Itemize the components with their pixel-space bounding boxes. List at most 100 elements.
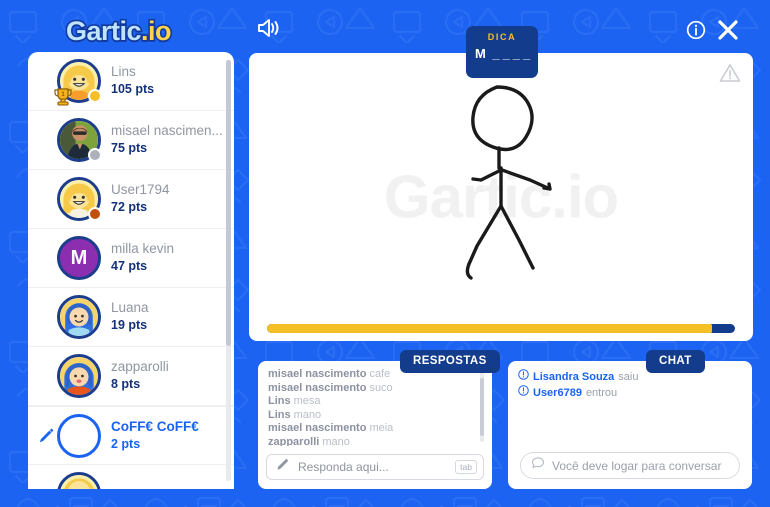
player-name: milla kevin	[111, 241, 175, 257]
player-info: User1794 72 pts	[111, 182, 170, 216]
answers-list: misael nascimento cafe misael nascimento s…	[268, 368, 486, 446]
chat-input[interactable]: Você deve logar para conversar	[520, 452, 740, 479]
player-points: 72 pts	[111, 200, 148, 214]
answer-word: mesa	[293, 395, 321, 408]
player-info: CoFF€ CoFF€ 2 pts	[111, 419, 199, 453]
player-name: Luana	[111, 300, 149, 316]
player-sidebar: 1 Lins 105 pts misael nascimen... 75 pts…	[28, 52, 234, 489]
answer-user: Lins	[268, 408, 291, 421]
answer-word: mano	[293, 408, 322, 421]
avatar-blank	[57, 413, 101, 458]
chat-row: User6789 entrou	[518, 385, 742, 401]
chat-action: saiu	[618, 371, 639, 383]
tab-respostas[interactable]: RESPOSTAS	[400, 350, 500, 373]
avatar	[57, 118, 102, 162]
answers-panel: misael nascimento cafe misael nascimento s…	[258, 361, 492, 489]
status-dot	[88, 148, 102, 162]
pencil-icon	[275, 457, 290, 477]
hint-title: DICA	[487, 32, 517, 42]
stick-figure-drawing	[465, 85, 552, 280]
sidebar-scrollbar-thumb[interactable]	[226, 60, 231, 346]
info-circle-icon	[518, 385, 529, 401]
chat-row: Lisandra Souza saiu	[518, 369, 742, 385]
list-item[interactable]: M milla kevin 47 pts	[28, 229, 234, 288]
logo-text-secondary: .io	[139, 14, 173, 47]
list-item[interactable]: zapparolli 8 pts	[28, 347, 234, 406]
player-points: 19 pts	[111, 318, 148, 332]
answer-input[interactable]: Responda aqui... tab	[266, 454, 484, 480]
player-info: Lins 105 pts	[111, 64, 154, 98]
list-item[interactable]	[28, 465, 234, 489]
status-dot	[88, 89, 102, 103]
logo-text-primary: Gartic	[64, 14, 143, 47]
round-timer-bar	[267, 324, 735, 333]
player-points: 105 pts	[111, 82, 155, 96]
answer-row: Lins mesa	[268, 395, 486, 409]
answer-user: misael nascimento	[268, 368, 367, 380]
hint-word: M ____	[466, 46, 538, 61]
answer-input-placeholder: Responda aqui...	[298, 460, 389, 474]
top-bar: Gartic.io	[0, 0, 770, 52]
sidebar-scrollbar[interactable]	[226, 60, 231, 481]
answer-word: meia	[369, 422, 394, 435]
answer-row: zapparolli mano	[268, 436, 486, 446]
list-item[interactable]: CoFF€ CoFF€ 2 pts	[28, 406, 234, 465]
avatar: M	[57, 236, 101, 280]
chat-user: Lisandra Souza	[533, 371, 615, 383]
hint-blanks: ____	[492, 46, 534, 61]
chat-user: User6789	[533, 387, 582, 399]
player-name: User1794	[111, 182, 170, 198]
tab-chat[interactable]: CHAT	[646, 350, 705, 373]
pencil-slot	[36, 484, 56, 489]
close-icon[interactable]	[716, 18, 740, 42]
avatar	[57, 354, 101, 398]
app-logo: Gartic.io	[64, 14, 173, 47]
answer-word: cafe	[369, 368, 391, 380]
player-points: 47 pts	[111, 259, 148, 273]
answer-word: mano	[322, 435, 350, 446]
list-item[interactable]: misael nascimen... 75 pts	[28, 111, 234, 170]
answer-row: misael nascimento suco	[268, 382, 486, 396]
pencil-slot	[36, 366, 56, 386]
chat-input-placeholder: Você deve logar para conversar	[552, 458, 722, 473]
info-icon[interactable]	[686, 20, 706, 40]
trophy-icon: 1	[54, 88, 72, 106]
answer-user: Lins	[268, 395, 291, 408]
player-name: zapparolli	[111, 359, 169, 375]
avatar	[57, 177, 102, 221]
player-name: misael nascimen...	[111, 123, 223, 139]
pencil-slot	[36, 248, 56, 268]
info-circle-icon	[518, 369, 529, 385]
pencil-icon	[36, 426, 56, 446]
list-item[interactable]: Luana 19 pts	[28, 288, 234, 347]
answer-user: misael nascimento	[268, 422, 367, 435]
drawing-canvas[interactable]: Gartic.io	[249, 53, 753, 341]
avatar	[57, 295, 101, 339]
answer-user: zapparolli	[268, 435, 320, 446]
answer-row: misael nascimento meia	[268, 422, 486, 436]
answer-user: misael nascimento	[268, 381, 367, 394]
warning-icon[interactable]	[719, 63, 741, 83]
list-item[interactable]: 1 Lins 105 pts	[28, 52, 234, 111]
list-item[interactable]: User1794 72 pts	[28, 170, 234, 229]
player-info: milla kevin 47 pts	[111, 241, 174, 275]
pencil-slot	[36, 307, 56, 327]
player-points: 8 pts	[111, 377, 141, 391]
pencil-slot	[36, 189, 56, 209]
hint-box: DICA M ____	[466, 26, 538, 78]
speaker-icon[interactable]	[256, 18, 280, 38]
chat-bubble-icon	[531, 456, 545, 475]
player-info: zapparolli 8 pts	[111, 359, 169, 393]
player-name: Lins	[111, 64, 136, 80]
chat-action: entrou	[585, 387, 618, 399]
player-info: Luana 19 pts	[111, 300, 149, 334]
answers-scrollbar-thumb[interactable]	[480, 378, 484, 436]
status-dot	[88, 207, 102, 221]
player-points: 75 pts	[111, 141, 148, 155]
answers-scrollbar[interactable]	[480, 370, 484, 442]
avatar	[57, 472, 101, 489]
chat-panel: Lisandra Souza saiu User6789 entrou Você…	[508, 361, 752, 489]
pencil-slot	[36, 130, 56, 150]
answer-row: Lins mano	[268, 409, 486, 423]
avatar-initial: M	[57, 236, 101, 280]
